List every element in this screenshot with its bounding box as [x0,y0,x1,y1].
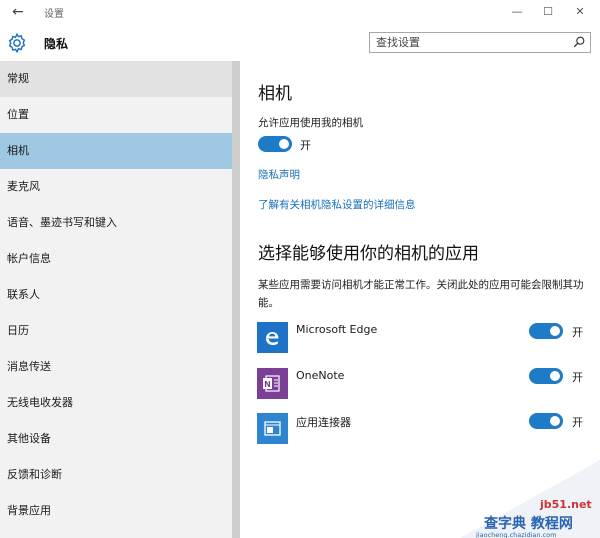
section-title-camera: 相机 [258,84,292,104]
toggle-knob [550,371,560,381]
minimize-button[interactable]: — [507,3,527,21]
watermark-logo: jb51.net 查字典 教程网 jiaocheng.chazidian.com [460,460,600,538]
app-name-edge: Microsoft Edge [296,323,378,336]
svg-text:查字典 教程网: 查字典 教程网 [484,515,573,532]
svg-text:jb51.net: jb51.net [539,498,592,511]
back-arrow-icon[interactable]: ← [9,3,27,21]
sidebar-item-feedback-diagnostics[interactable]: 反馈和诊断 [0,457,232,493]
sidebar-item-other-devices[interactable]: 其他设备 [0,421,232,457]
edge-icon [257,322,288,353]
svg-text:jiaocheng.chazidian.com: jiaocheng.chazidian.com [475,531,556,538]
sidebar-item-account-info[interactable]: 帐户信息 [0,241,232,277]
sidebar-item-radios[interactable]: 无线电收发器 [0,385,232,421]
allow-camera-toggle[interactable] [258,136,292,152]
page-title: 隐私 [44,37,69,51]
allow-camera-toggle-state: 开 [300,139,311,152]
sidebar-item-background-apps[interactable]: 背景应用 [0,493,232,529]
allow-camera-label: 允许应用使用我的相机 [258,117,363,129]
maximize-button[interactable]: ☐ [538,3,558,21]
sidebar-item-general[interactable]: 常规 [0,61,232,97]
toggle-knob [279,139,289,149]
sidebar: 常规 位置 相机 麦克风 语音、墨迹书写和键入 帐户信息 联系人 日历 消息传送… [0,61,232,538]
sidebar-item-messaging[interactable]: 消息传送 [0,349,232,385]
gear-icon [8,32,26,54]
edge-camera-toggle[interactable] [529,323,563,339]
sidebar-item-contacts[interactable]: 联系人 [0,277,232,313]
app-connector-toggle-state: 开 [572,416,583,429]
title-bar: ← 设置 — ☐ ✕ [0,0,600,24]
app-connector-icon [257,413,288,444]
camera-privacy-details-link[interactable]: 了解有关相机隐私设置的详细信息 [258,197,416,212]
search-box[interactable] [369,32,591,53]
onenote-icon: N [257,368,288,399]
close-button[interactable]: ✕ [570,3,590,21]
app-name-onenote: OneNote [296,369,345,382]
privacy-statement-link[interactable]: 隐私声明 [258,167,300,182]
sidebar-item-calendar[interactable]: 日历 [0,313,232,349]
window-title: 设置 [44,9,64,20]
sidebar-item-microphone[interactable]: 麦克风 [0,169,232,205]
edge-toggle-state: 开 [572,326,583,339]
sidebar-item-speech-inking-typing[interactable]: 语音、墨迹书写和键入 [0,205,232,241]
onenote-camera-toggle[interactable] [529,368,563,384]
app-connector-camera-toggle[interactable] [529,413,563,429]
section-title-apps: 选择能够使用你的相机的应用 [258,244,479,264]
sidebar-item-location[interactable]: 位置 [0,97,232,133]
search-input[interactable] [376,35,566,50]
toggle-knob [550,326,560,336]
onenote-toggle-state: 开 [572,371,583,384]
sidebar-scrollbar[interactable] [232,61,240,538]
svg-text:N: N [264,380,271,389]
apps-description: 某些应用需要访问相机才能正常工作。关闭此处的应用可能会限制其功能。 [258,279,584,309]
toggle-knob [550,416,560,426]
app-name-app-connector: 应用连接器 [296,416,351,429]
sidebar-item-camera[interactable]: 相机 [0,133,232,169]
search-icon[interactable] [572,35,586,49]
